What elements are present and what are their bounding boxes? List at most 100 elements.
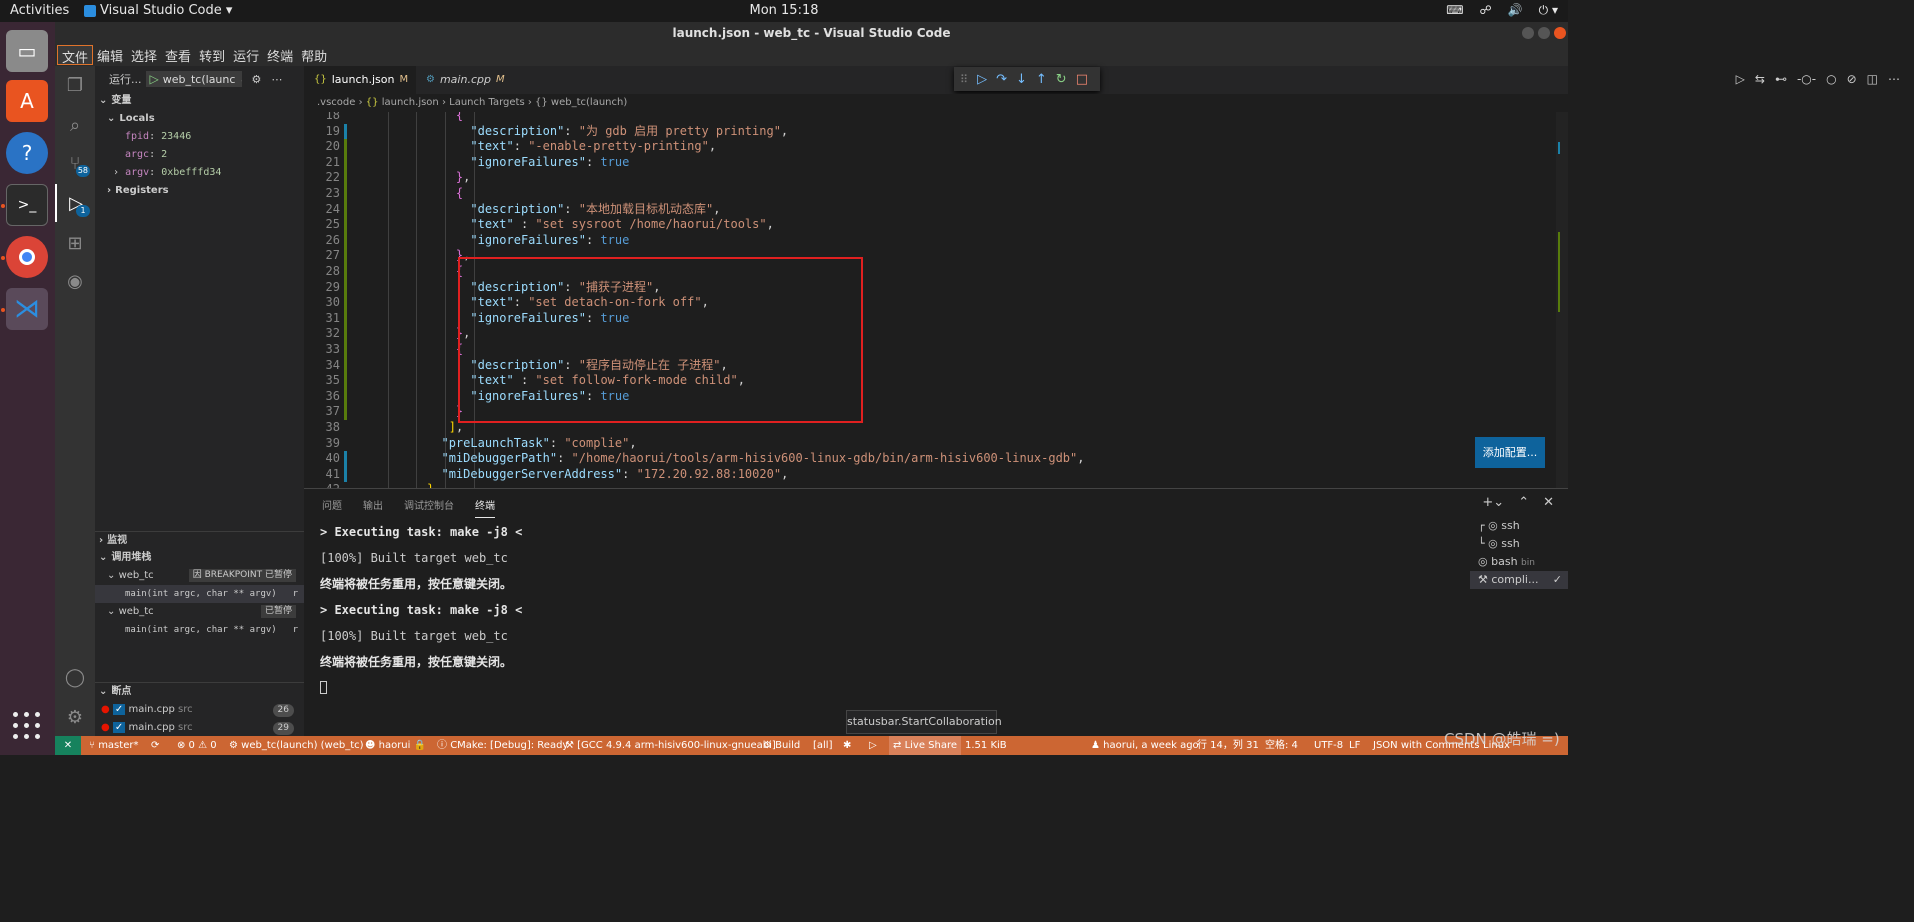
minimize-icon[interactable] (1522, 27, 1534, 39)
breakpoint-checkbox[interactable]: ✓ (112, 704, 126, 715)
terminal-output[interactable]: > Executing task: make -j8 < [100%] Buil… (320, 525, 522, 707)
tab-terminal[interactable]: 终端 (475, 497, 495, 518)
close-panel-icon[interactable]: ✕ (1543, 495, 1554, 510)
tab-main-cpp[interactable]: ⚙ main.cpp M (416, 66, 518, 94)
breakpoint-row[interactable]: ● ✓ main.cpp src 26 (101, 701, 304, 719)
sync-icon[interactable]: ⟳ (151, 736, 159, 755)
run-icon[interactable]: ▷ (1736, 72, 1745, 86)
maximize-panel-icon[interactable]: ⌃ (1518, 495, 1529, 510)
cmake-item[interactable]: ⓘ CMake: [Debug]: Ready (437, 736, 568, 755)
tab-problems[interactable]: 问题 (322, 497, 342, 518)
more-icon[interactable]: ⋯ (271, 73, 282, 86)
start-debug-icon[interactable]: ▷ (150, 72, 159, 86)
registers-scope[interactable]: › Registers (95, 182, 304, 200)
debug-config-select[interactable]: ▷web_tc(launc⌄ (145, 71, 242, 87)
locals-scope[interactable]: ⌄ Locals (95, 110, 304, 128)
restart-icon[interactable]: ↻ (1056, 72, 1067, 87)
network-icon[interactable]: ☍ (1480, 3, 1492, 18)
settings-gear-icon[interactable]: ⚙ (55, 698, 95, 736)
software-center-icon[interactable]: A (6, 80, 48, 122)
help-icon[interactable]: ? (6, 132, 48, 174)
step-out-icon[interactable]: ↑ (1036, 72, 1047, 87)
tab-debug-console[interactable]: 调试控制台 (404, 497, 454, 518)
git-blame-item[interactable]: ♟ haorui, a week ago (1091, 736, 1199, 755)
breadcrumb-folder[interactable]: .vscode (317, 97, 355, 108)
remote-icon[interactable]: ✕ (55, 736, 81, 755)
volume-icon[interactable]: 🔊 (1508, 3, 1523, 18)
show-applications-icon[interactable] (13, 712, 41, 740)
chrome-icon[interactable] (6, 236, 48, 278)
drag-handle-icon[interactable]: ⠿ (960, 73, 968, 86)
menu-terminal[interactable]: 终端 (263, 45, 297, 65)
menu-edit[interactable]: 编辑 (93, 45, 127, 65)
maximize-icon[interactable] (1538, 27, 1550, 39)
launch-config-item[interactable]: ⚙ web_tc(launch) (web_tc) (229, 736, 364, 755)
breadcrumb-symbol[interactable]: {} web_tc(launch) (535, 97, 627, 108)
step-into-icon[interactable]: ↓ (1016, 72, 1027, 87)
minimap[interactable] (1556, 112, 1568, 488)
account-icon[interactable]: ◯ (55, 658, 95, 696)
close-icon[interactable] (1554, 27, 1566, 39)
system-tray[interactable]: ⌨ ☍ 🔊 ⏻ ▾ (1446, 3, 1558, 18)
tab-launch-json[interactable]: {} launch.json M (304, 66, 416, 94)
power-icon[interactable]: ⏻ ▾ (1539, 3, 1558, 18)
problems-item[interactable]: ⊗ 0 ⚠ 0 (177, 736, 217, 755)
explorer-icon[interactable]: ❐ (55, 66, 95, 104)
branch-item[interactable]: ⑂ master* (89, 736, 138, 755)
debug-bug-icon[interactable]: ✱ (843, 736, 851, 755)
vscode-dock-icon[interactable]: ⋊ (6, 288, 48, 330)
circle-icon[interactable]: ○ (1826, 72, 1836, 86)
terminal-icon[interactable]: >_ (6, 184, 48, 226)
keyboard-icon[interactable]: ⌨ (1446, 3, 1463, 18)
kit-item[interactable]: ⚒ [GCC 4.9.4 arm-hisiv600-linux-gnueabi] (565, 736, 776, 755)
stack-frame-row[interactable]: main(int argc, char ** argv) r (95, 621, 304, 639)
target-item[interactable]: [all] (813, 736, 833, 755)
variables-section[interactable]: ⌄ 变量 (95, 92, 304, 110)
menu-go[interactable]: 转到 (195, 45, 229, 65)
breadcrumb-node[interactable]: Launch Targets (449, 97, 525, 108)
files-icon[interactable]: ▭ (6, 30, 48, 72)
stack-frame-row[interactable]: main(int argc, char ** argv) r (95, 585, 304, 603)
callstack-section[interactable]: ⌄ 调用堆栈 (95, 549, 151, 567)
build-item[interactable]: ⚙ Build (763, 736, 800, 755)
variable-row[interactable]: argc: 2 (95, 146, 304, 164)
terminal-item[interactable]: ┌ ◎ ssh (1470, 517, 1568, 535)
menu-help[interactable]: 帮助 (297, 45, 331, 65)
compare-icon[interactable]: ⇆ (1755, 72, 1765, 86)
breadcrumb-file[interactable]: launch.json (382, 97, 439, 108)
terminal-item[interactable]: └ ◎ ssh (1470, 535, 1568, 553)
tab-output[interactable]: 输出 (363, 497, 383, 518)
breakpoint-checkbox[interactable]: ✓ (112, 722, 126, 733)
search-icon[interactable]: ⌕ (55, 106, 95, 144)
new-terminal-icon[interactable]: +⌄ (1482, 495, 1504, 510)
menu-file[interactable]: 文件 (57, 45, 94, 66)
extensions-icon[interactable]: ⊞ (55, 224, 95, 262)
circle-icon[interactable]: -○- (1797, 72, 1816, 86)
terminal-item[interactable]: ◎ bash bin (1470, 553, 1568, 571)
circle-icon[interactable]: ⊷ (1775, 72, 1787, 86)
menu-selection[interactable]: 选择 (127, 45, 161, 65)
encoding[interactable]: UTF-8 (1314, 736, 1343, 755)
run-icon[interactable]: ▷ (869, 736, 877, 755)
watch-section[interactable]: › 监视 (95, 532, 127, 550)
github-icon[interactable]: ◉ (55, 262, 95, 300)
line-ending[interactable]: LF (1349, 736, 1360, 755)
terminal-item[interactable]: ⚒ compli... ✓ (1470, 571, 1568, 589)
more-icon[interactable]: ⋯ (1888, 72, 1900, 86)
activities-button[interactable]: Activities (10, 3, 69, 18)
clock[interactable]: Mon 15:18 (0, 3, 1568, 18)
step-over-icon[interactable]: ↷ (996, 72, 1007, 87)
run-debug-icon[interactable]: ▷ 1 (55, 184, 95, 222)
circle-icon[interactable]: ⊘ (1847, 72, 1857, 86)
variable-row[interactable]: fpid: 23446 (95, 128, 304, 146)
cursor-position[interactable]: 行 14，列 31 (1197, 736, 1259, 755)
split-editor-icon[interactable]: ◫ (1867, 72, 1878, 86)
user-item[interactable]: ☻ haorui 🔒 (365, 736, 426, 755)
stop-icon[interactable]: □ (1076, 72, 1088, 87)
breakpoint-row[interactable]: ● ✓ main.cpp src 29 (101, 719, 304, 737)
gear-icon[interactable]: ⚙ (252, 73, 262, 86)
indentation[interactable]: 空格: 4 (1265, 736, 1298, 755)
thread-row[interactable]: ⌄ web_tc 已暂停 (107, 603, 304, 621)
menu-run[interactable]: 运行 (229, 45, 263, 65)
thread-row[interactable]: ⌄ web_tc 因 BREAKPOINT 已暂停 (107, 567, 304, 585)
